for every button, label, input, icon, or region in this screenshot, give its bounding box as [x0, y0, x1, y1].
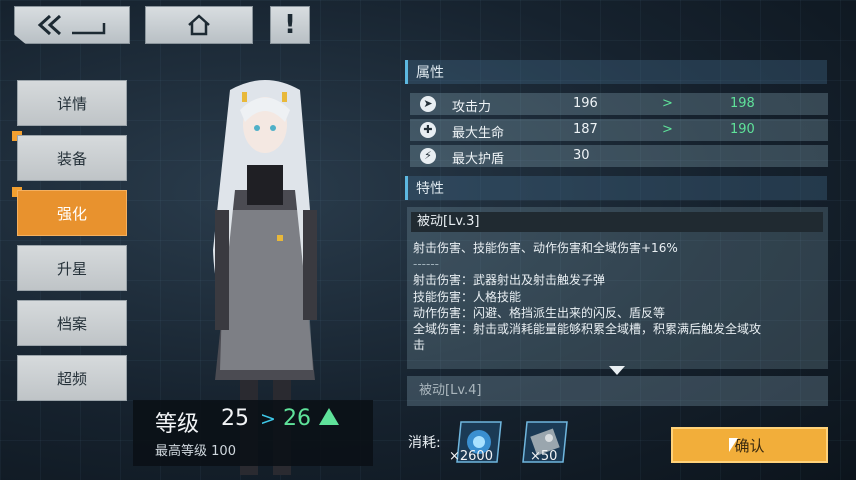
health-icon: ✚ [420, 122, 436, 138]
mouse-cursor-icon [729, 438, 738, 452]
attr-new-value: 198 [730, 96, 755, 111]
trait-line: 击 [413, 338, 426, 352]
nav-details[interactable]: 详情 [17, 80, 127, 126]
scroll-down-icon[interactable] [609, 366, 625, 375]
trait-header: 特性 [405, 176, 827, 200]
nav-enhance[interactable]: 强化 [17, 190, 127, 236]
item-count: ×2600 [449, 449, 493, 464]
attr-name: 最大护盾 [452, 152, 505, 167]
alert-icon: ! [284, 10, 296, 40]
cost-label: 消耗: [408, 435, 441, 451]
attr-value: 187 [573, 122, 598, 137]
alert-button[interactable]: ! [270, 6, 310, 44]
attr-value: 196 [573, 96, 598, 111]
trait-line: 动作伤害：闪避、格挡派生出来的闪反、盾反等 [413, 306, 666, 320]
current-level: 25 [221, 406, 249, 431]
max-level: 最高等级 100 [155, 444, 236, 459]
level-up-icon [319, 408, 339, 425]
home-icon [188, 14, 210, 36]
trait-divider: ------ [413, 257, 439, 271]
confirm-button[interactable]: 确认 [671, 427, 828, 463]
next-level: 26 [283, 406, 311, 431]
attr-value: 30 [573, 148, 590, 163]
back-button[interactable] [14, 6, 130, 44]
attr-new-value: 190 [730, 122, 755, 137]
level-panel: 等级 25 > 26 最高等级 100 [133, 400, 373, 466]
attr-arrow: > [662, 122, 673, 137]
attr-name: 最大生命 [452, 126, 505, 141]
level-label: 等级 [155, 412, 200, 437]
trait-line: 技能伤害：人格技能 [413, 290, 522, 304]
shield-icon: ⚡ [420, 148, 436, 164]
home-button[interactable] [145, 6, 253, 44]
trait-summary: 射击伤害、技能伤害、动作伤害和全域伤害+16% [413, 241, 678, 255]
item-count: ×50 [530, 449, 558, 464]
trait-line: 全域伤害：射击或消耗能量能够积累全域槽，积累满后触发全域攻 [413, 322, 762, 336]
attr-name: 攻击力 [452, 100, 492, 115]
nav-equipment[interactable]: 装备 [17, 135, 127, 181]
attr-row-health: ✚ 最大生命 187 > 190 [410, 119, 828, 141]
nav-overclock[interactable]: 超频 [17, 355, 127, 401]
trait-panel[interactable]: 被动[Lv.3] 射击伤害、技能伤害、动作伤害和全域伤害+16% ------ … [407, 207, 828, 369]
trait-next-level: 被动[Lv.4] [407, 376, 828, 406]
level-arrow: > [260, 408, 276, 430]
trait-title: 被动[Lv.3] [411, 212, 823, 232]
attributes-header: 属性 [405, 60, 827, 84]
attack-icon: ➤ [420, 96, 436, 112]
attr-row-shield: ⚡ 最大护盾 30 [410, 145, 828, 167]
trait-line: 射击伤害：武器射出及射击触发子弹 [413, 273, 606, 287]
attr-arrow: > [662, 96, 673, 111]
nav-star-up[interactable]: 升星 [17, 245, 127, 291]
back-arrow-icon [37, 14, 106, 36]
nav-archive[interactable]: 档案 [17, 300, 127, 346]
attr-row-attack: ➤ 攻击力 196 > 198 [410, 93, 828, 115]
